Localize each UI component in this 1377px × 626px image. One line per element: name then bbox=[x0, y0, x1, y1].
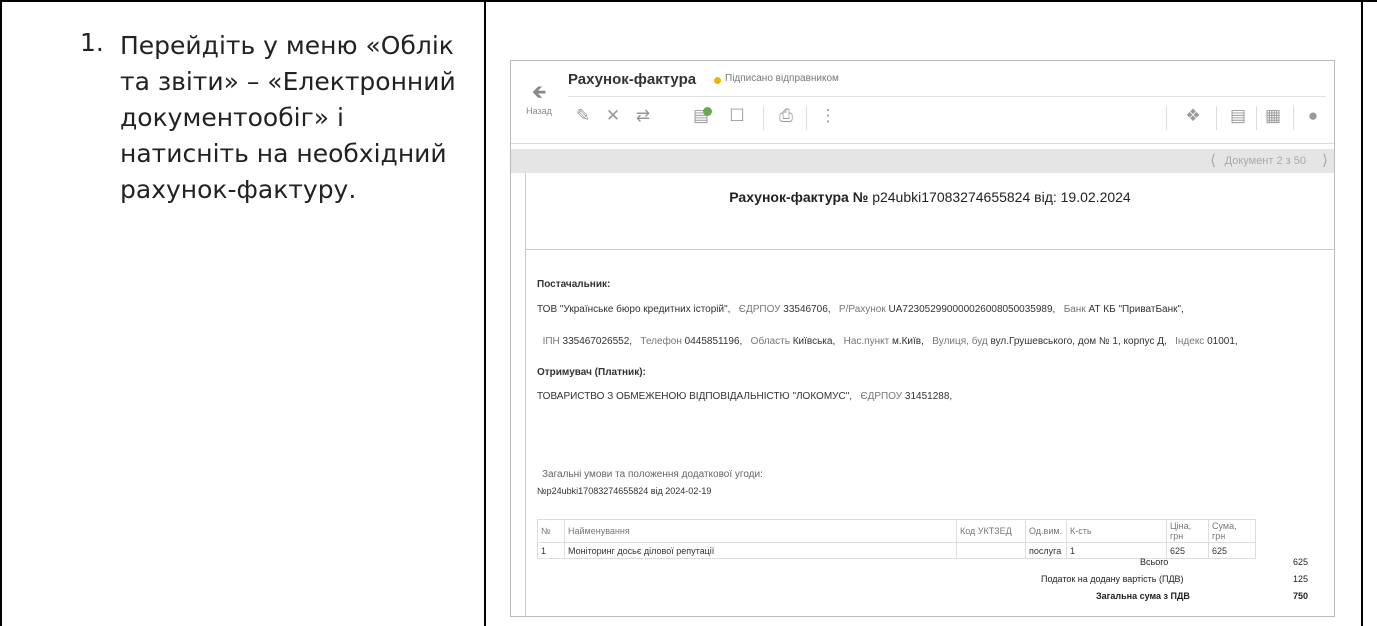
invoice-heading-label: Рахунок-фактура № bbox=[729, 189, 869, 205]
printer-icon[interactable]: ⎙ bbox=[774, 106, 798, 126]
document-screenshot: 🡸 Назад Рахунок-фактура Підписано відпра… bbox=[510, 60, 1335, 617]
edrpou-label: ЄДРПОУ bbox=[738, 304, 781, 315]
index-label: Індекс bbox=[1175, 336, 1205, 347]
buyer-edrpou: 31451288, bbox=[904, 391, 953, 402]
table-cell: 1 bbox=[537, 542, 565, 559]
total-value: 625 bbox=[1293, 557, 1309, 567]
table-border-right bbox=[1361, 0, 1363, 626]
chevron-left-icon[interactable]: ⟨ bbox=[1210, 151, 1216, 169]
table-header-cell: К-сть bbox=[1066, 519, 1167, 543]
table-header-cell: Од.вим. bbox=[1025, 519, 1067, 543]
table-cell: Моніторинг досьє ділової репутації bbox=[564, 542, 957, 559]
terms-label: Загальні умови та положення додаткової у… bbox=[542, 469, 763, 480]
total-label: Всього bbox=[1140, 557, 1169, 567]
toolbar-separator bbox=[806, 106, 807, 130]
chevron-right-icon[interactable]: ⟩ bbox=[1322, 151, 1328, 169]
toolbar-separator bbox=[1166, 106, 1167, 130]
account-label: Р/Рахунок bbox=[838, 304, 886, 315]
supplier-bank: АТ КБ "ПриватБанк", bbox=[1088, 304, 1184, 315]
close-icon[interactable]: ✕ bbox=[601, 106, 625, 126]
supplier-street: вул.Грушевського, дом № 1, корпус Д, bbox=[990, 336, 1167, 347]
instruction-line: документообіг» і bbox=[120, 103, 344, 132]
supplier-line-2: ІПН 335467026552, Телефон 0445851196, Об… bbox=[537, 336, 1238, 347]
toolbar-separator bbox=[763, 106, 764, 130]
status-dot-icon bbox=[714, 77, 721, 84]
heading-divider bbox=[526, 249, 1334, 250]
supplier-ipn: 335467026552, bbox=[562, 336, 633, 347]
notification-badge bbox=[703, 107, 712, 116]
invoice-heading: Рахунок-фактура № p24ubki17083274655824 … bbox=[526, 189, 1334, 205]
table-cell: 625 bbox=[1208, 542, 1256, 559]
supplier-index: 01001, bbox=[1207, 336, 1238, 347]
invoice-from-label: від: bbox=[1034, 189, 1057, 205]
bank-label: Банк bbox=[1063, 304, 1086, 315]
back-label: Назад bbox=[526, 106, 552, 116]
unsign-icon[interactable]: ☐ bbox=[725, 106, 749, 126]
table-cell: послуга bbox=[1025, 542, 1067, 559]
supplier-label: Постачальник: bbox=[537, 279, 611, 290]
table-header-cell: Найменування bbox=[564, 519, 957, 543]
back-button[interactable]: 🡸 Назад bbox=[519, 83, 559, 119]
buyer-name: ТОВАРИСТВО З ОБМЕЖЕНОЮ ВІДПОВІДАЛЬНІСТЮ … bbox=[537, 391, 853, 402]
supplier-region: Київська, bbox=[792, 336, 836, 347]
toolbar-separator bbox=[1216, 106, 1217, 130]
city-label: Нас.пункт bbox=[843, 336, 890, 347]
ipn-label: ІПН bbox=[542, 336, 560, 347]
document-title: Рахунок-фактура bbox=[568, 71, 697, 88]
table-cell: 625 bbox=[1166, 542, 1209, 559]
supplier-line-1: ТОВ "Українське бюро кредитних історій",… bbox=[537, 304, 1184, 315]
buyer-label: Отримувач (Платник): bbox=[537, 367, 646, 378]
supplier-account: UA723052990000026008050035989, bbox=[888, 304, 1056, 315]
status-text: Підписано відправником bbox=[725, 73, 839, 84]
instruction-line: рахунок-фактуру. bbox=[120, 175, 357, 204]
swap-icon[interactable]: ⇄ bbox=[631, 106, 655, 126]
region-label: Область bbox=[750, 336, 790, 347]
supplier-edrpou: 33546706, bbox=[783, 304, 831, 315]
step-instruction: Перейдіть у меню «Облік та звіти» – «Еле… bbox=[120, 28, 482, 208]
vat-value: 125 bbox=[1293, 574, 1309, 584]
table-border-left bbox=[0, 0, 2, 626]
toolbar-separator bbox=[1256, 106, 1257, 130]
more-icon[interactable]: ⋮ bbox=[816, 106, 840, 126]
grand-total-value: 750 bbox=[1293, 591, 1309, 601]
table-header-cell: Ціна, грн bbox=[1166, 519, 1209, 543]
arrow-left-icon: 🡸 bbox=[531, 82, 547, 102]
pin-icon[interactable]: ❖ bbox=[1181, 106, 1205, 126]
terms-value: №p24ubki17083274655824 від 2024-02-19 bbox=[537, 486, 712, 496]
buyer-line: ТОВАРИСТВО З ОБМЕЖЕНОЮ ВІДПОВІДАЛЬНІСТЮ … bbox=[537, 391, 952, 402]
supplier-city: м.Київ, bbox=[891, 336, 924, 347]
list-icon[interactable]: ▤ bbox=[1226, 106, 1250, 126]
instruction-line: Перейдіть у меню «Облік bbox=[120, 31, 454, 60]
table-border-middle bbox=[484, 0, 486, 626]
items-table: № Найменування Код УКТЗЕД Од.вим. К-сть … bbox=[537, 519, 1256, 559]
supplier-name: ТОВ "Українське бюро кредитних історій", bbox=[537, 304, 731, 315]
phone-label: Телефон bbox=[640, 336, 682, 347]
supplier-phone: 0445851196, bbox=[684, 336, 743, 347]
step-number: 1. bbox=[80, 28, 104, 57]
table-header-cell: Сума, грн bbox=[1208, 519, 1256, 543]
pencil-icon[interactable]: ✎ bbox=[571, 106, 595, 126]
table-header-cell: Код УКТЗЕД bbox=[956, 519, 1026, 543]
invoice-number: p24ubki17083274655824 bbox=[872, 189, 1031, 205]
instruction-line: та звіти» – «Електронний bbox=[120, 67, 456, 96]
toolbar-separator bbox=[1293, 106, 1294, 130]
table-border-top bbox=[0, 0, 1377, 2]
instruction-line: натисніть на необхідний bbox=[120, 139, 447, 168]
document-counter: Документ 2 з 50 bbox=[1224, 155, 1306, 167]
street-label: Вулиця, буд bbox=[932, 336, 988, 347]
comment-icon[interactable]: ● bbox=[1301, 106, 1325, 126]
document-navigation: ⟨ Документ 2 з 50 ⟩ bbox=[511, 149, 1334, 173]
invoice-page: Рахунок-фактура № p24ubki17083274655824 … bbox=[525, 173, 1334, 616]
vat-label: Податок на додану вартість (ПДВ) bbox=[1041, 574, 1184, 584]
document-toolbar: 🡸 Назад Рахунок-фактура Підписано відпра… bbox=[511, 61, 1334, 144]
buyer-edrpou-label: ЄДРПОУ bbox=[860, 391, 903, 402]
table-header-row: № Найменування Код УКТЗЕД Од.вим. К-сть … bbox=[537, 519, 1256, 543]
toolbar-divider bbox=[568, 96, 1326, 97]
invoice-date: 19.02.2024 bbox=[1060, 189, 1131, 205]
table-cell bbox=[956, 542, 1026, 559]
table-header-cell: № bbox=[537, 519, 565, 543]
grand-total-label: Загальна сума з ПДВ bbox=[1096, 591, 1190, 601]
file-icon[interactable]: ▦ bbox=[1261, 106, 1285, 126]
